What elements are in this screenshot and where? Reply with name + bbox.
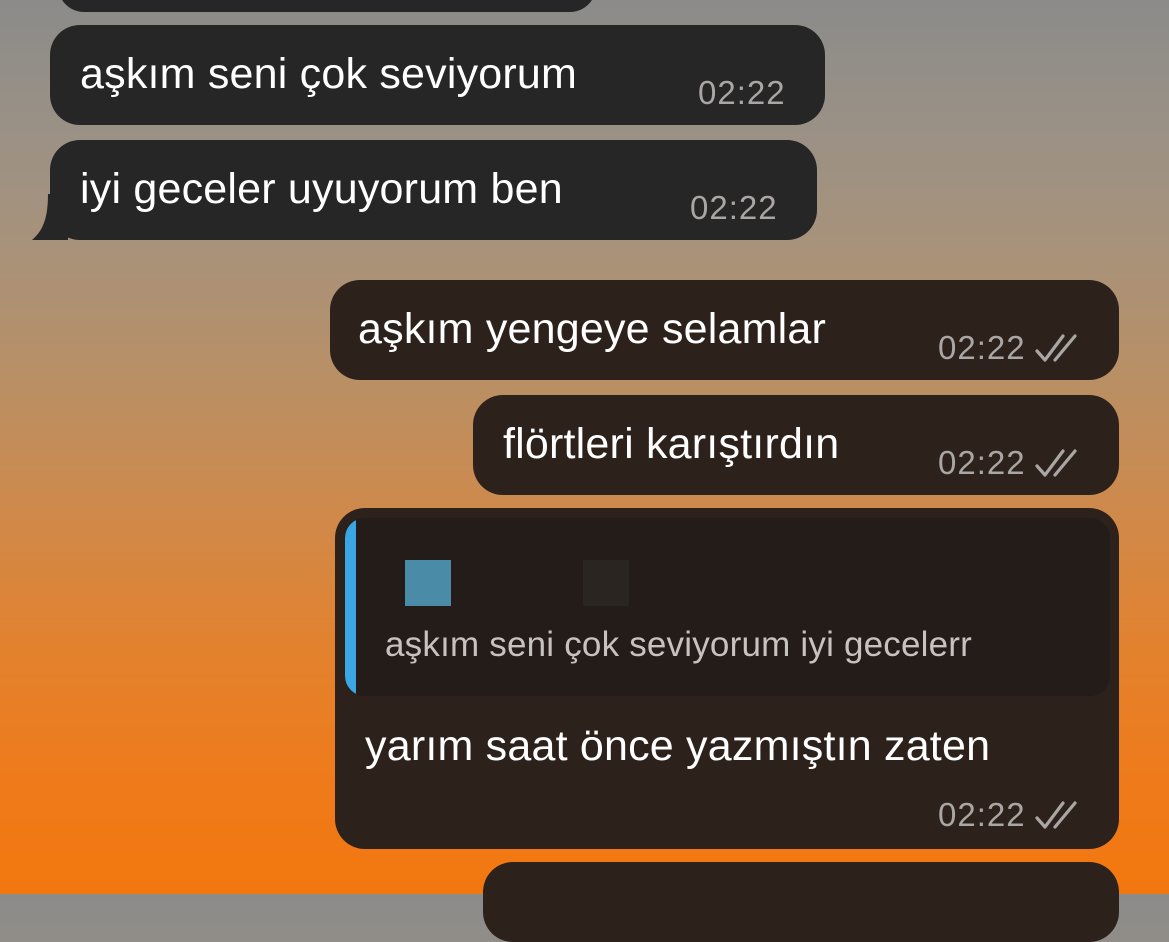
message-text: yarım saat önce yazmıştın zaten [365,722,991,770]
reply-quote[interactable]: aşkım seni çok seviyorum iyi gecelerr [345,518,1110,696]
message-time: 02:22 [690,189,778,226]
chat-conversation: aşkım seni çok seviyorum 02:22 iyi gecel… [0,0,1169,942]
message-bubble-incoming[interactable]: aşkım seni çok seviyorum 02:22 [50,25,825,125]
double-check-icon [1034,801,1077,829]
double-check-icon [1034,334,1077,362]
message-time: 02:22 [938,796,1026,833]
message-meta: 02:22 [698,73,786,113]
message-text: iyi geceler uyuyorum ben [80,165,563,213]
message-time: 02:22 [698,74,786,111]
message-bubble-outgoing-reply[interactable]: aşkım seni çok seviyorum iyi gecelerr ya… [335,508,1119,849]
reply-accent-bar [345,518,356,696]
message-meta: 02:22 [938,328,1082,368]
message-meta: 02:22 [938,795,1082,835]
message-bubble-partial-bottom[interactable] [483,862,1119,942]
message-meta: 02:22 [938,443,1082,483]
reply-quote-text: aşkım seni çok seviyorum iyi gecelerr [385,625,973,664]
reply-avatar-icon [405,560,451,606]
message-bubble-partial-top[interactable] [58,0,596,12]
reply-sender-icon [583,560,629,606]
message-bubble-incoming[interactable]: iyi geceler uyuyorum ben 02:22 [32,140,817,240]
message-time: 02:22 [938,329,1026,366]
bubble-tail-icon [32,194,68,240]
message-text: flörtleri karıştırdın [503,420,840,468]
message-bubble-outgoing[interactable]: aşkım yengeye selamlar 02:22 [330,280,1119,380]
message-time: 02:22 [938,444,1026,481]
double-check-icon [1034,449,1077,477]
message-bubble-outgoing[interactable]: flörtleri karıştırdın 02:22 [473,395,1119,495]
message-meta: 02:22 [690,188,778,228]
message-text: aşkım seni çok seviyorum [80,50,578,98]
message-text: aşkım yengeye selamlar [358,305,827,353]
